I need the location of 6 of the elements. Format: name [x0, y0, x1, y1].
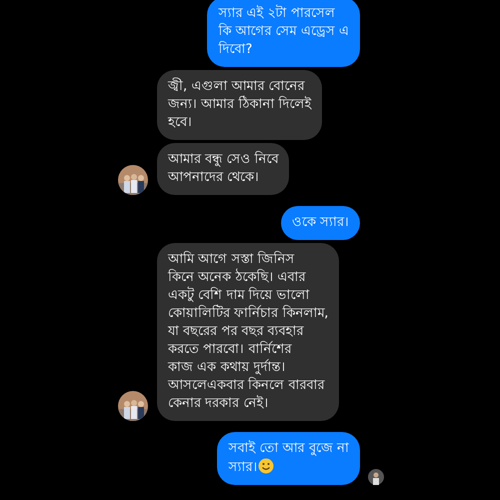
- message-bubble: সবাই তো আর বুজে না স্যার।: [217, 432, 360, 485]
- message-bubble: ওকে স্যার।: [280, 206, 360, 240]
- message-bubble: আমার বন্ধু সেও নিবে আপনাদের থেকে।: [157, 143, 290, 195]
- message-bubble: জ্বী, এগুলা আমার বোনের জন্য। আমার ঠিকানা দিলেই হবে।: [157, 70, 322, 140]
- message-bubble: স্যার এই ২টা পারসেল কি আগের সেম এড্রেস এ দিবো?: [207, 0, 360, 67]
- message-bubble: আমি আগে সস্তা জিনিস কিনে অনেক ঠকেছি। এবার একটু বেশি দাম দিয়ে ভালো কোয়ালিটির ফার্নিচার কিনলাম, যা বছরের পর বছর ব্যবহার করতে পারবো। বার্নিশের কাজ এক কথায় দুর্দান্ত। আসলেএকবার কিনলে বারবার কেনার দরকার নেই।: [157, 243, 340, 421]
